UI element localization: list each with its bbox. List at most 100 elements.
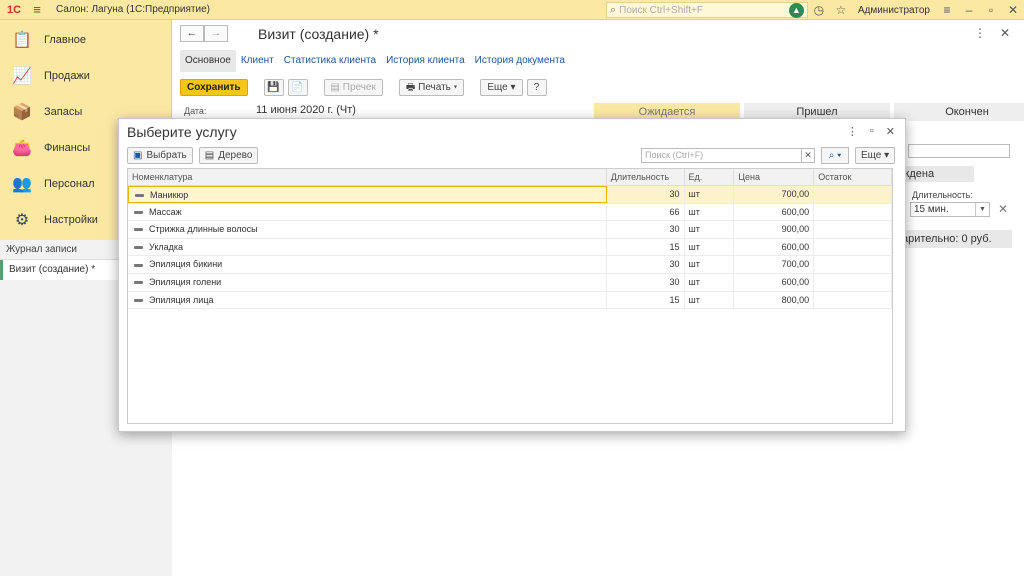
more-actions-icon[interactable]: ⋮	[974, 26, 986, 40]
printer-icon: 🖶	[405, 82, 419, 93]
forward-button[interactable]: →	[204, 25, 228, 42]
post-document-icon[interactable]: 📄	[287, 79, 308, 96]
service-name: Эпиляция голени	[149, 276, 222, 287]
cell-duration: 30	[607, 273, 685, 291]
dialog-more-label: Еще	[861, 150, 882, 161]
app-logo: 1С	[6, 3, 22, 16]
notifications-icon[interactable]: ▲	[788, 2, 804, 18]
dialog-maximize-icon[interactable]: ▫	[870, 125, 874, 138]
cell-unit: шт	[685, 221, 735, 238]
cell-name: Стрижка длинные волосы	[128, 221, 607, 238]
cell-name: Маникюр	[128, 186, 607, 203]
service-item-icon	[134, 245, 143, 249]
status-finished-button[interactable]: Окончен	[894, 103, 1024, 121]
column-header-name[interactable]: Номенклатура	[128, 169, 607, 185]
cell-name: Эпиляция голени	[128, 273, 607, 291]
duration-value: 15 мин.	[914, 204, 949, 215]
dialog-search-input[interactable]: Поиск (Ctrl+F)	[641, 148, 815, 163]
more-label: Еще	[487, 82, 508, 93]
dialog-more-button[interactable]: Еще ▾	[855, 147, 896, 164]
tree-label: Дерево	[218, 150, 253, 161]
table-header: Номенклатура Длительность Ед. Цена Остат…	[128, 169, 892, 186]
select-button[interactable]: ▣ Выбрать	[127, 147, 193, 164]
cell-stock	[814, 291, 892, 309]
back-button[interactable]: ←	[180, 25, 204, 42]
tab-client[interactable]: Клиент	[236, 50, 279, 72]
service-item-icon	[134, 298, 143, 302]
dialog-close-icon[interactable]: ✕	[886, 125, 895, 138]
table-row[interactable]: Эпиляция голени 30 шт 600,00	[128, 273, 892, 292]
search-icon: ⌕	[828, 150, 835, 161]
people-icon: 👥	[12, 176, 32, 193]
table-row[interactable]: Стрижка длинные волосы 30 шт 900,00	[128, 221, 892, 239]
column-header-stock[interactable]: Остаток	[814, 169, 892, 185]
cell-name: Укладка	[128, 238, 607, 256]
user-name[interactable]: Администратор	[858, 5, 930, 16]
dialog-more-icon[interactable]: ⋮	[847, 125, 858, 138]
column-header-unit[interactable]: Ед.	[685, 169, 735, 185]
tab-document-history[interactable]: История документа	[470, 50, 570, 72]
table-row[interactable]: Укладка 15 шт 600,00	[128, 238, 892, 257]
global-search-input[interactable]: ⌕ Поиск Ctrl+Shift+F	[606, 2, 808, 18]
column-header-price[interactable]: Цена	[734, 169, 815, 185]
tree-button[interactable]: ▤ Дерево	[198, 147, 259, 164]
cell-unit: шт	[685, 256, 735, 273]
boxes-icon: 📦	[12, 104, 32, 121]
date-field[interactable]: 11 июня 2020 г. (Чт)	[256, 104, 356, 116]
cell-duration: 15	[607, 238, 685, 256]
service-name: Стрижка длинные волосы	[149, 224, 258, 235]
service-item-icon	[134, 228, 143, 232]
service-item-icon	[134, 281, 143, 285]
cell-name: Массаж	[128, 203, 607, 221]
confirmed-chip[interactable]: ждена	[894, 166, 974, 182]
print-label: Печать	[418, 82, 451, 93]
save-button[interactable]: Сохранить	[180, 79, 248, 96]
chevron-down-icon[interactable]: ▼	[975, 203, 989, 216]
search-button[interactable]: ⌕ ▾	[821, 147, 849, 164]
maximize-icon[interactable]: ▫	[980, 3, 1002, 17]
global-search-placeholder: Поиск Ctrl+Shift+F	[619, 4, 704, 16]
table-row[interactable]: Эпиляция лица 15 шт 800,00	[128, 291, 892, 310]
duration-select[interactable]: 15 мин. ▼	[910, 202, 990, 217]
table-row[interactable]: Массаж 66 шт 600,00	[128, 203, 892, 222]
sidebar-item-label: Финансы	[44, 142, 91, 154]
tab-main[interactable]: Основное	[180, 50, 236, 72]
minimize-icon[interactable]: –	[958, 3, 980, 17]
save-disk-icon[interactable]: 💾	[263, 79, 284, 96]
more-button[interactable]: Еще ▾	[480, 79, 523, 96]
cell-duration: 30	[607, 221, 685, 238]
column-header-duration[interactable]: Длительность	[607, 169, 685, 185]
history-icon[interactable]: ◷	[808, 3, 830, 17]
tab-client-stats[interactable]: Статистика клиента	[279, 50, 381, 72]
cell-price: 600,00	[734, 273, 815, 291]
comment-field[interactable]	[908, 144, 1010, 158]
cell-duration: 66	[607, 203, 685, 221]
main-menu-icon[interactable]: ≡	[28, 2, 46, 17]
clear-duration-icon[interactable]: ✕	[998, 202, 1008, 216]
sidebar-item-main[interactable]: 📋 Главное	[0, 22, 171, 58]
table-row[interactable]: Маникюр 30 шт 700,00	[128, 186, 892, 204]
gear-icon: ⚙	[14, 212, 30, 229]
close-icon[interactable]: ✕	[1002, 3, 1024, 17]
dialog-title: Выберите услугу	[127, 124, 237, 140]
table-row[interactable]: Эпиляция бикини 30 шт 700,00	[128, 256, 892, 274]
service-name: Эпиляция лица	[149, 294, 214, 305]
tab-client-history[interactable]: История клиента	[381, 50, 470, 72]
cell-price: 700,00	[734, 186, 815, 203]
cell-stock	[814, 203, 892, 221]
tree-icon: ▤	[204, 150, 215, 161]
favorites-icon[interactable]: ☆	[830, 3, 852, 17]
cell-unit: шт	[685, 291, 735, 309]
settings-menu-icon[interactable]: ≡	[936, 3, 958, 17]
close-form-icon[interactable]: ✕	[1000, 26, 1010, 40]
help-button[interactable]: ?	[526, 79, 547, 96]
service-name: Маникюр	[150, 190, 189, 200]
select-icon: ▣	[133, 150, 143, 161]
clear-search-icon[interactable]: ✕	[801, 148, 815, 163]
sidebar-item-sales[interactable]: 📈 Продажи	[0, 58, 171, 94]
cell-price: 600,00	[734, 203, 815, 221]
sidebar-item-label: Запасы	[44, 106, 83, 118]
cell-price: 700,00	[734, 256, 815, 273]
receipt-button[interactable]: ▤ Пречек	[323, 79, 383, 96]
print-button[interactable]: 🖶 Печать ▾	[398, 79, 465, 96]
